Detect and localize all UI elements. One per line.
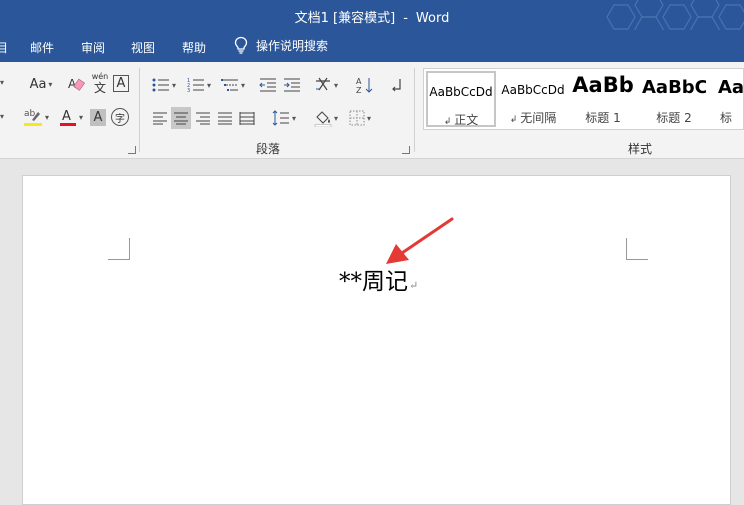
sort-button[interactable]: A Z	[354, 74, 376, 96]
style-preview: AaBbC	[642, 77, 706, 98]
multilevel-list-icon	[220, 79, 238, 91]
show-formatting-marks-button[interactable]	[386, 74, 406, 96]
svg-text:Z: Z	[356, 86, 362, 94]
style-preview: Aa	[718, 77, 744, 98]
chinese-layout-icon	[315, 77, 330, 91]
paint-bucket-icon	[314, 111, 332, 127]
style-name: 标	[720, 111, 733, 125]
font-color-button[interactable]: A ▾	[56, 106, 86, 128]
svg-text:A: A	[62, 109, 71, 124]
eraser-icon: A	[68, 77, 85, 91]
svg-text:A: A	[356, 77, 362, 86]
svg-text:ab: ab	[24, 109, 36, 119]
tab-help[interactable]: 帮助	[182, 39, 206, 56]
highlight-color-button[interactable]: ab ▾	[20, 106, 52, 128]
line-spacing-icon	[272, 110, 289, 126]
decrease-indent-icon	[259, 78, 276, 92]
decrease-indent-button[interactable]	[257, 74, 279, 96]
margin-corner-mark	[626, 238, 648, 260]
lightbulb-icon	[234, 36, 248, 54]
borders-icon	[349, 110, 365, 126]
style-preview: AaBb	[572, 73, 634, 97]
tab-view[interactable]: 视图	[131, 39, 155, 56]
style-name: ↲ 无间隔	[509, 111, 557, 125]
justify-icon	[218, 112, 232, 125]
character-shading-button[interactable]: A	[90, 109, 106, 126]
paragraph-group-label: 段落	[256, 142, 281, 156]
document-canvas: **周记↵	[0, 159, 744, 505]
ribbon-separator	[414, 68, 415, 152]
style-title[interactable]: Aa 标	[714, 71, 744, 127]
svg-text:3: 3	[187, 88, 190, 93]
shading-button[interactable]: ▾	[310, 107, 342, 129]
style-name: ↲ 正文	[443, 113, 479, 127]
tell-me-search[interactable]: 操作说明搜索	[234, 36, 328, 54]
align-center-button[interactable]	[171, 107, 191, 129]
ribbon-separator	[139, 68, 140, 152]
sort-az-icon: A Z	[356, 77, 373, 94]
numbering-button[interactable]: 1 2 3 ▾	[183, 74, 215, 96]
margin-corner-mark	[108, 238, 130, 260]
borders-button[interactable]: ▾	[344, 107, 376, 129]
chinese-layout-button[interactable]: ▾	[311, 74, 341, 96]
style-heading-1[interactable]: AaBb 标题 1	[570, 71, 636, 127]
style-preview: AaBbCcDd	[429, 85, 493, 99]
style-name: 标题 2	[656, 111, 692, 125]
phonetic-guide-button[interactable]: wén 文	[90, 70, 110, 96]
text-effects-dropdown-arrow[interactable]: ▾	[0, 106, 10, 126]
align-right-button[interactable]	[193, 107, 213, 129]
styles-gallery: AaBbCcDd ↲ 正文 AaBbCcDd ↲ 无间隔 AaBb 标题 1 AaB…	[423, 68, 744, 130]
style-normal[interactable]: AaBbCcDd ↲ 正文	[426, 71, 496, 127]
style-name: 标题 1	[585, 111, 621, 125]
styles-group-label: 样式	[628, 142, 653, 156]
document-text: **周记	[339, 269, 408, 295]
bullet-list-icon	[152, 78, 169, 92]
multilevel-list-button[interactable]: ▾	[217, 74, 249, 96]
document-page[interactable]: **周记↵	[22, 175, 731, 505]
bullets-button[interactable]: ▾	[148, 74, 180, 96]
character-border-button[interactable]: A	[113, 75, 129, 92]
distributed-icon	[239, 112, 255, 125]
increase-indent-button[interactable]	[281, 74, 303, 96]
ribbon-tab-bar: 目 邮件 审阅 视图 帮助 操作说明搜索	[0, 30, 744, 62]
numbered-list-icon: 1 2 3	[187, 78, 204, 93]
tab-mailings[interactable]: 邮件	[30, 39, 54, 56]
document-title: 文档1 [兼容模式]	[294, 11, 396, 26]
line-spacing-button[interactable]: ▾	[268, 107, 300, 129]
paragraph-dialog-launcher-icon[interactable]	[402, 146, 410, 154]
justify-button[interactable]	[215, 107, 235, 129]
style-no-spacing[interactable]: AaBbCcDd ↲ 无间隔	[498, 71, 568, 127]
highlighter-icon: ab	[23, 109, 42, 126]
style-heading-2[interactable]: AaBbC 标题 2	[642, 71, 706, 127]
font-dialog-launcher-icon[interactable]	[128, 146, 136, 154]
clear-formatting-button[interactable]: A	[66, 74, 88, 94]
tab-layout[interactable]: 目	[0, 39, 8, 56]
ribbon: ▾ Aa ▾ A wén 文 A ▾ ab ▾ A ▾ A 字 ▾ 1 2 3 …	[0, 62, 744, 159]
align-left-button[interactable]	[150, 107, 170, 129]
enclose-characters-button[interactable]: 字	[111, 108, 129, 126]
style-preview: AaBbCcDd	[501, 83, 565, 97]
tab-review[interactable]: 审阅	[81, 39, 105, 56]
align-left-icon	[153, 112, 167, 125]
paragraph-mark: ↵	[409, 279, 419, 292]
font-size-dropdown-arrow[interactable]: ▾	[0, 72, 8, 92]
distributed-button[interactable]	[237, 107, 257, 129]
document-paragraph[interactable]: **周记↵	[339, 262, 418, 296]
font-color-icon: A	[59, 109, 76, 126]
change-case-button[interactable]: Aa ▾	[24, 74, 58, 94]
align-right-icon	[196, 112, 210, 125]
tell-me-label: 操作说明搜索	[256, 38, 329, 53]
align-center-icon	[174, 112, 188, 125]
app-name: Word	[415, 11, 450, 26]
title-bar: 文档1 [兼容模式] - Word	[0, 0, 744, 42]
increase-indent-icon	[284, 78, 300, 92]
paragraph-mark-icon	[392, 79, 401, 92]
